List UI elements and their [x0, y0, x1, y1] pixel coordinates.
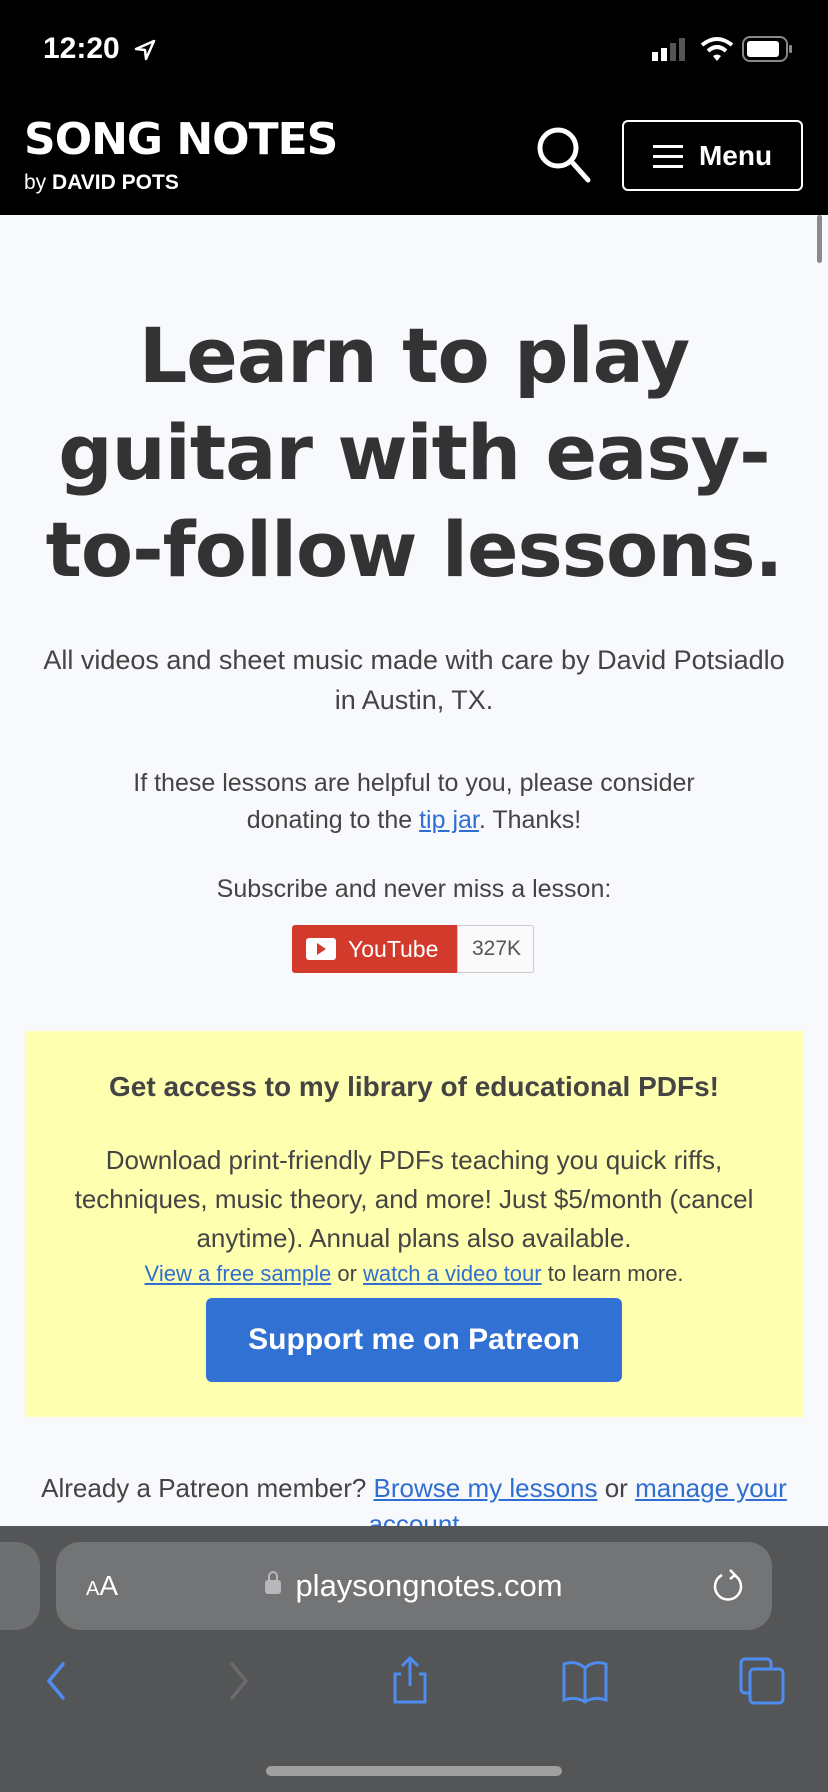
- promo-body: Download print-friendly PDFs teaching yo…: [74, 1145, 754, 1253]
- hero-title: Learn to play guitar with easy-to-follow…: [45, 311, 784, 594]
- byline-prefix: by: [24, 171, 47, 194]
- youtube-play-icon: [306, 938, 336, 960]
- status-time: 12:20: [43, 32, 120, 65]
- donate-suffix: . Thanks!: [478, 806, 582, 834]
- site-logo[interactable]: SONG NOTES: [24, 114, 338, 165]
- hamburger-icon: [652, 144, 683, 168]
- promo-heading: Get access to my library of educational …: [109, 1071, 719, 1102]
- wifi-icon: [700, 37, 734, 61]
- promo-links: View a free sample or watch a video tour…: [25, 1261, 803, 1287]
- menu-label: Menu: [698, 139, 773, 171]
- donate-prefix: If these lessons are helpful to you, ple…: [133, 769, 695, 834]
- bookmarks-icon[interactable]: [560, 1656, 610, 1706]
- previous-tab-peek[interactable]: [0, 1542, 40, 1630]
- video-tour-link[interactable]: watch a video tour: [363, 1261, 542, 1286]
- tip-jar-link[interactable]: tip jar: [419, 806, 479, 834]
- member-or: or: [597, 1473, 636, 1503]
- youtube-label-area[interactable]: YouTube: [292, 925, 457, 973]
- menu-button[interactable]: Menu: [622, 120, 803, 191]
- url-text: playsongnotes.com: [295, 1568, 563, 1603]
- browse-lessons-link[interactable]: Browse my lessons: [374, 1473, 598, 1503]
- youtube-subscribe-button[interactable]: YouTube 327K: [292, 925, 534, 973]
- status-bar: 12:20: [0, 0, 828, 100]
- site-byline: by DAVID POTS: [24, 171, 179, 195]
- forward-icon[interactable]: [212, 1656, 262, 1706]
- signal-icon: [652, 38, 685, 61]
- location-icon: [134, 39, 156, 61]
- share-icon[interactable]: [385, 1656, 435, 1706]
- promo-suffix: to learn more.: [541, 1261, 684, 1286]
- byline-name: DAVID POTS: [52, 171, 179, 194]
- subscribe-text: Subscribe and never miss a lesson:: [216, 875, 612, 903]
- donate-text: If these lessons are helpful to you, ple…: [120, 765, 708, 839]
- address-bar[interactable]: AA playsongnotes.com: [56, 1542, 772, 1630]
- battery-icon: [742, 36, 792, 62]
- support-patreon-button[interactable]: Support me on Patreon: [206, 1298, 622, 1382]
- patreon-promo-box: Get access to my library of educational …: [25, 1031, 803, 1417]
- lock-icon: [265, 1571, 282, 1594]
- reload-icon[interactable]: [708, 1566, 748, 1606]
- site-header: SONG NOTES by DAVID POTS Menu: [0, 100, 828, 215]
- promo-or: or: [331, 1261, 364, 1286]
- hero-intro: All videos and sheet music made with car…: [43, 645, 785, 715]
- back-icon[interactable]: [33, 1656, 83, 1706]
- youtube-label: YouTube: [348, 935, 439, 962]
- browser-toolbar: AA playsongnotes.com: [0, 1526, 828, 1792]
- free-sample-link[interactable]: View a free sample: [145, 1261, 332, 1286]
- tabs-icon[interactable]: [738, 1656, 788, 1706]
- page-scrollbar[interactable]: [817, 215, 822, 263]
- member-prefix: Already a Patreon member?: [41, 1473, 374, 1503]
- search-icon[interactable]: [532, 122, 596, 186]
- youtube-subscriber-count: 327K: [457, 925, 534, 973]
- home-indicator: [266, 1766, 562, 1776]
